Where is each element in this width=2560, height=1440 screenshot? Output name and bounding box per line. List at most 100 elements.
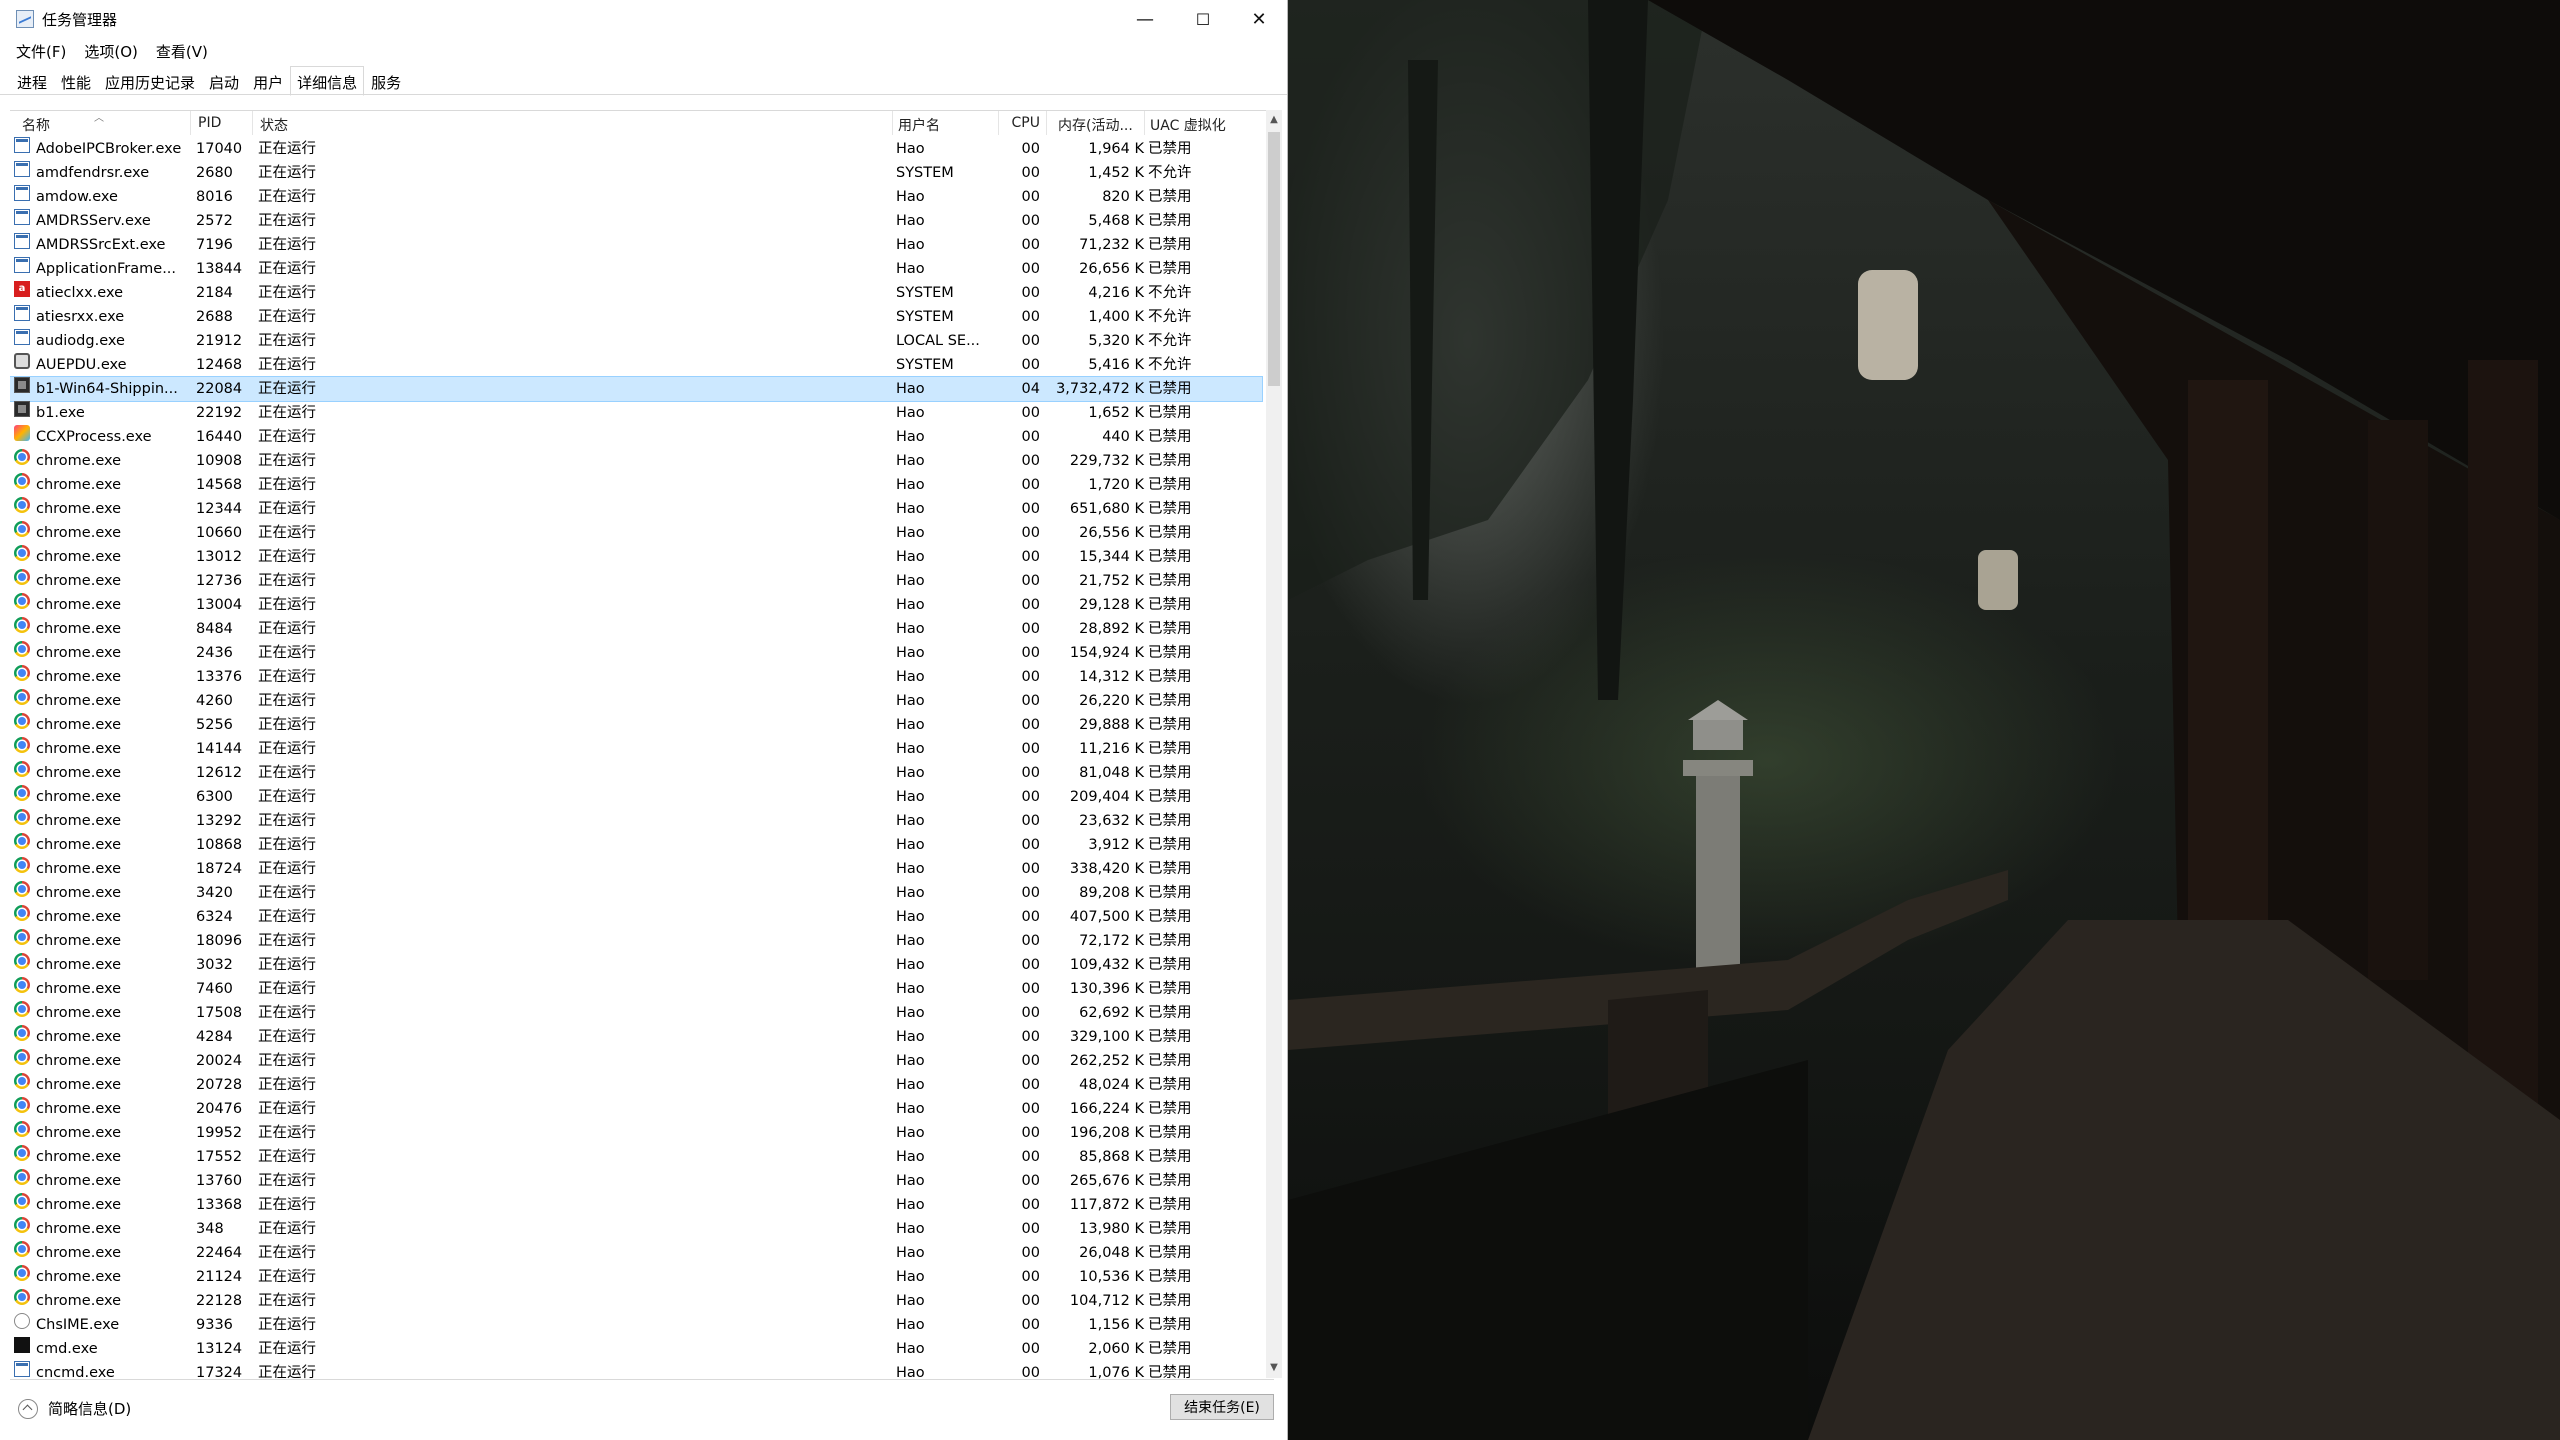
process-uac: 已禁用 [1148, 645, 1192, 661]
table-row[interactable]: chrome.exe 6324 正在运行 Hao 00 407,500 K 已禁用 [10, 905, 1262, 929]
table-row[interactable]: chrome.exe 12612 正在运行 Hao 00 81,048 K 已禁用 [10, 761, 1262, 785]
menu-options[interactable]: 选项(O) [74, 38, 146, 64]
minimize-button[interactable]: — [1116, 0, 1174, 38]
table-row[interactable]: chrome.exe 3032 正在运行 Hao 00 109,432 K 已禁用 [10, 953, 1262, 977]
column-header-memory[interactable]: 内存(活动... [1058, 115, 1133, 135]
column-header-uac[interactable]: UAC 虚拟化 [1150, 115, 1226, 135]
table-row[interactable]: chrome.exe 3420 正在运行 Hao 00 89,208 K 已禁用 [10, 881, 1262, 905]
table-row[interactable]: CCXProcess.exe 16440 正在运行 Hao 00 440 K 已禁用 [10, 425, 1262, 449]
table-row[interactable]: chrome.exe 13012 正在运行 Hao 00 15,344 K 已禁用 [10, 545, 1262, 569]
table-row[interactable]: chrome.exe 2436 正在运行 Hao 00 154,924 K 已禁用 [10, 641, 1262, 665]
table-row[interactable]: chrome.exe 12344 正在运行 Hao 00 651,680 K 已禁用 [10, 497, 1262, 521]
column-header-pid[interactable]: PID [198, 115, 221, 131]
tab-services[interactable]: 服务 [364, 66, 408, 96]
table-row[interactable]: a atieclxx.exe 2184 正在运行 SYSTEM 00 4,216 K 不允许 [10, 281, 1262, 305]
scroll-down-arrow-icon[interactable]: ▼ [1266, 1360, 1282, 1376]
column-header-user[interactable]: 用户名 [898, 115, 940, 135]
table-row[interactable]: AdobeIPCBroker.exe 17040 正在运行 Hao 00 1,964 K已… [10, 137, 1262, 161]
table-row[interactable]: chrome.exe 4260 正在运行 Hao 00 26,220 K 已禁用 [10, 689, 1262, 713]
table-row[interactable]: chrome.exe 17508 正在运行 Hao 00 62,692 K 已禁用 [10, 1001, 1262, 1025]
table-row[interactable]: chrome.exe 18724 正在运行 Hao 00 338,420 K 已禁用 [10, 857, 1262, 881]
process-status: 正在运行 [258, 333, 316, 349]
table-row[interactable]: chrome.exe 17552 正在运行 Hao 00 85,868 K 已禁用 [10, 1145, 1262, 1169]
process-memory: 5,416 K [1088, 357, 1144, 373]
table-row[interactable]: chrome.exe 13292 正在运行 Hao 00 23,632 K 已禁用 [10, 809, 1262, 833]
chrome-icon [14, 761, 30, 777]
column-resize-handle[interactable] [1046, 111, 1047, 135]
table-row[interactable]: amdfendrsr.exe 2680 正在运行 SYSTEM 00 1,452 K 不允许 [10, 161, 1262, 185]
table-row[interactable]: chrome.exe 20476 正在运行 Hao 00 166,224 K 已禁用 [10, 1097, 1262, 1121]
column-resize-handle[interactable] [190, 111, 191, 135]
table-row[interactable]: chrome.exe 19952 正在运行 Hao 00 196,208 K 已禁用 [10, 1121, 1262, 1145]
process-memory: 15,344 K [1079, 549, 1144, 565]
tab-performance[interactable]: 性能 [54, 66, 98, 96]
end-task-button[interactable]: 结束任务(E) [1170, 1394, 1274, 1420]
table-row[interactable]: chrome.exe 13004 正在运行 Hao 00 29,128 K 已禁用 [10, 593, 1262, 617]
tab-startup[interactable]: 启动 [202, 66, 246, 96]
tab-app-history[interactable]: 应用历史记录 [98, 66, 202, 96]
table-row[interactable]: atiesrxx.exe 2688 正在运行 SYSTEM 00 1,400 K 不允许 [10, 305, 1262, 329]
menu-file[interactable]: 文件(F) [0, 38, 74, 64]
process-memory: 1,720 K [1088, 477, 1144, 493]
table-row[interactable]: b1-Win64-Shippin... 22084 正在运行 Hao 04 3,732,4… [10, 376, 1263, 402]
table-row[interactable]: chrome.exe 14144 正在运行 Hao 00 11,216 K 已禁用 [10, 737, 1262, 761]
table-row[interactable]: ApplicationFrame... 13844 正在运行 Hao 00 26,656 … [10, 257, 1262, 281]
maximize-button[interactable]: ☐ [1174, 0, 1232, 38]
table-row[interactable]: chrome.exe 7460 正在运行 Hao 00 130,396 K 已禁用 [10, 977, 1262, 1001]
table-row[interactable]: chrome.exe 13368 正在运行 Hao 00 117,872 K 已禁用 [10, 1193, 1262, 1217]
table-row[interactable]: chrome.exe 14568 正在运行 Hao 00 1,720 K 已禁用 [10, 473, 1262, 497]
column-header-name[interactable]: 名称 [22, 115, 50, 135]
column-resize-handle[interactable] [998, 111, 999, 135]
process-cpu: 00 [1021, 141, 1040, 157]
column-resize-handle[interactable] [892, 111, 893, 135]
table-row[interactable]: chrome.exe 8484 正在运行 Hao 00 28,892 K 已禁用 [10, 617, 1262, 641]
menu-view[interactable]: 查看(V) [146, 38, 216, 64]
table-row[interactable]: b1.exe 22192 正在运行 Hao 00 1,652 K 已禁用 [10, 401, 1262, 425]
table-row[interactable]: chrome.exe 20024 正在运行 Hao 00 262,252 K 已禁用 [10, 1049, 1262, 1073]
table-row[interactable]: chrome.exe 21124 正在运行 Hao 00 10,536 K 已禁用 [10, 1265, 1262, 1289]
scroll-up-arrow-icon[interactable]: ▲ [1266, 112, 1282, 128]
menu-bar: 文件(F) 选项(O) 查看(V) [0, 38, 216, 64]
tab-details[interactable]: 详细信息 [290, 66, 365, 96]
table-row[interactable]: chrome.exe 20728 正在运行 Hao 00 48,024 K 已禁用 [10, 1073, 1262, 1097]
process-memory: 130,396 K [1069, 981, 1144, 997]
column-resize-handle[interactable] [1144, 111, 1145, 135]
table-row[interactable]: chrome.exe 6300 正在运行 Hao 00 209,404 K 已禁用 [10, 785, 1262, 809]
table-row[interactable]: amdow.exe 8016 正在运行 Hao 00 820 K 已禁用 [10, 185, 1262, 209]
vertical-scrollbar[interactable]: ▲ ▼ [1266, 110, 1282, 1378]
table-row[interactable]: AMDRSServ.exe 2572 正在运行 Hao 00 5,468 K 已禁用 [10, 209, 1262, 233]
table-row[interactable]: chrome.exe 5256 正在运行 Hao 00 29,888 K 已禁用 [10, 713, 1262, 737]
process-uac: 已禁用 [1148, 477, 1192, 493]
scrollbar-thumb[interactable] [1268, 132, 1280, 386]
process-cpu: 00 [1021, 957, 1040, 973]
table-row[interactable]: chrome.exe 4284 正在运行 Hao 00 329,100 K 已禁用 [10, 1025, 1262, 1049]
table-row[interactable]: chrome.exe 13376 正在运行 Hao 00 14,312 K 已禁用 [10, 665, 1262, 689]
table-row[interactable]: chrome.exe 12736 正在运行 Hao 00 21,752 K 已禁用 [10, 569, 1262, 593]
close-button[interactable]: ✕ [1230, 0, 1288, 38]
column-header-cpu[interactable]: CPU [1004, 115, 1040, 131]
process-status: 正在运行 [258, 1293, 316, 1309]
table-row[interactable]: cmd.exe 13124 正在运行 Hao 00 2,060 K 已禁用 [10, 1337, 1262, 1361]
table-row[interactable]: chrome.exe 22128 正在运行 Hao 00 104,712 K 已禁用 [10, 1289, 1262, 1313]
table-row[interactable]: chrome.exe 10660 正在运行 Hao 00 26,556 K 已禁用 [10, 521, 1262, 545]
table-row[interactable]: chrome.exe 22464 正在运行 Hao 00 26,048 K 已禁用 [10, 1241, 1262, 1265]
process-uac: 不允许 [1148, 165, 1192, 181]
tab-processes[interactable]: 进程 [10, 66, 54, 96]
column-header-status[interactable]: 状态 [260, 115, 288, 135]
table-row[interactable]: ChsIME.exe 9336 正在运行 Hao 00 1,156 K 已禁用 [10, 1313, 1262, 1337]
title-bar[interactable]: 任务管理器 — ☐ ✕ [0, 0, 1288, 38]
column-resize-handle[interactable] [252, 111, 253, 135]
fewer-details-toggle[interactable]: 简略信息(D) [18, 1398, 131, 1419]
table-row[interactable]: audiodg.exe 21912 正在运行 LOCAL SE... 00 5,320 K… [10, 329, 1262, 353]
chrome-icon [14, 977, 30, 993]
table-row[interactable]: chrome.exe 10868 正在运行 Hao 00 3,912 K 已禁用 [10, 833, 1262, 857]
table-row[interactable]: chrome.exe 18096 正在运行 Hao 00 72,172 K 已禁用 [10, 929, 1262, 953]
table-row[interactable]: cncmd.exe 17324 正在运行 Hao 00 1,076 K 已禁用 [10, 1361, 1262, 1379]
table-row[interactable]: chrome.exe 13760 正在运行 Hao 00 265,676 K 已禁用 [10, 1169, 1262, 1193]
table-row[interactable]: chrome.exe 10908 正在运行 Hao 00 229,732 K 已禁用 [10, 449, 1262, 473]
table-row[interactable]: AMDRSSrcExt.exe 7196 正在运行 Hao 00 71,232 K 已禁用 [10, 233, 1262, 257]
process-name: chrome.exe [36, 645, 122, 661]
table-row[interactable]: chrome.exe 348 正在运行 Hao 00 13,980 K 已禁用 [10, 1217, 1262, 1241]
tab-users[interactable]: 用户 [246, 66, 290, 96]
table-row[interactable]: AUEPDU.exe 12468 正在运行 SYSTEM 00 5,416 K 不允许 [10, 353, 1262, 377]
